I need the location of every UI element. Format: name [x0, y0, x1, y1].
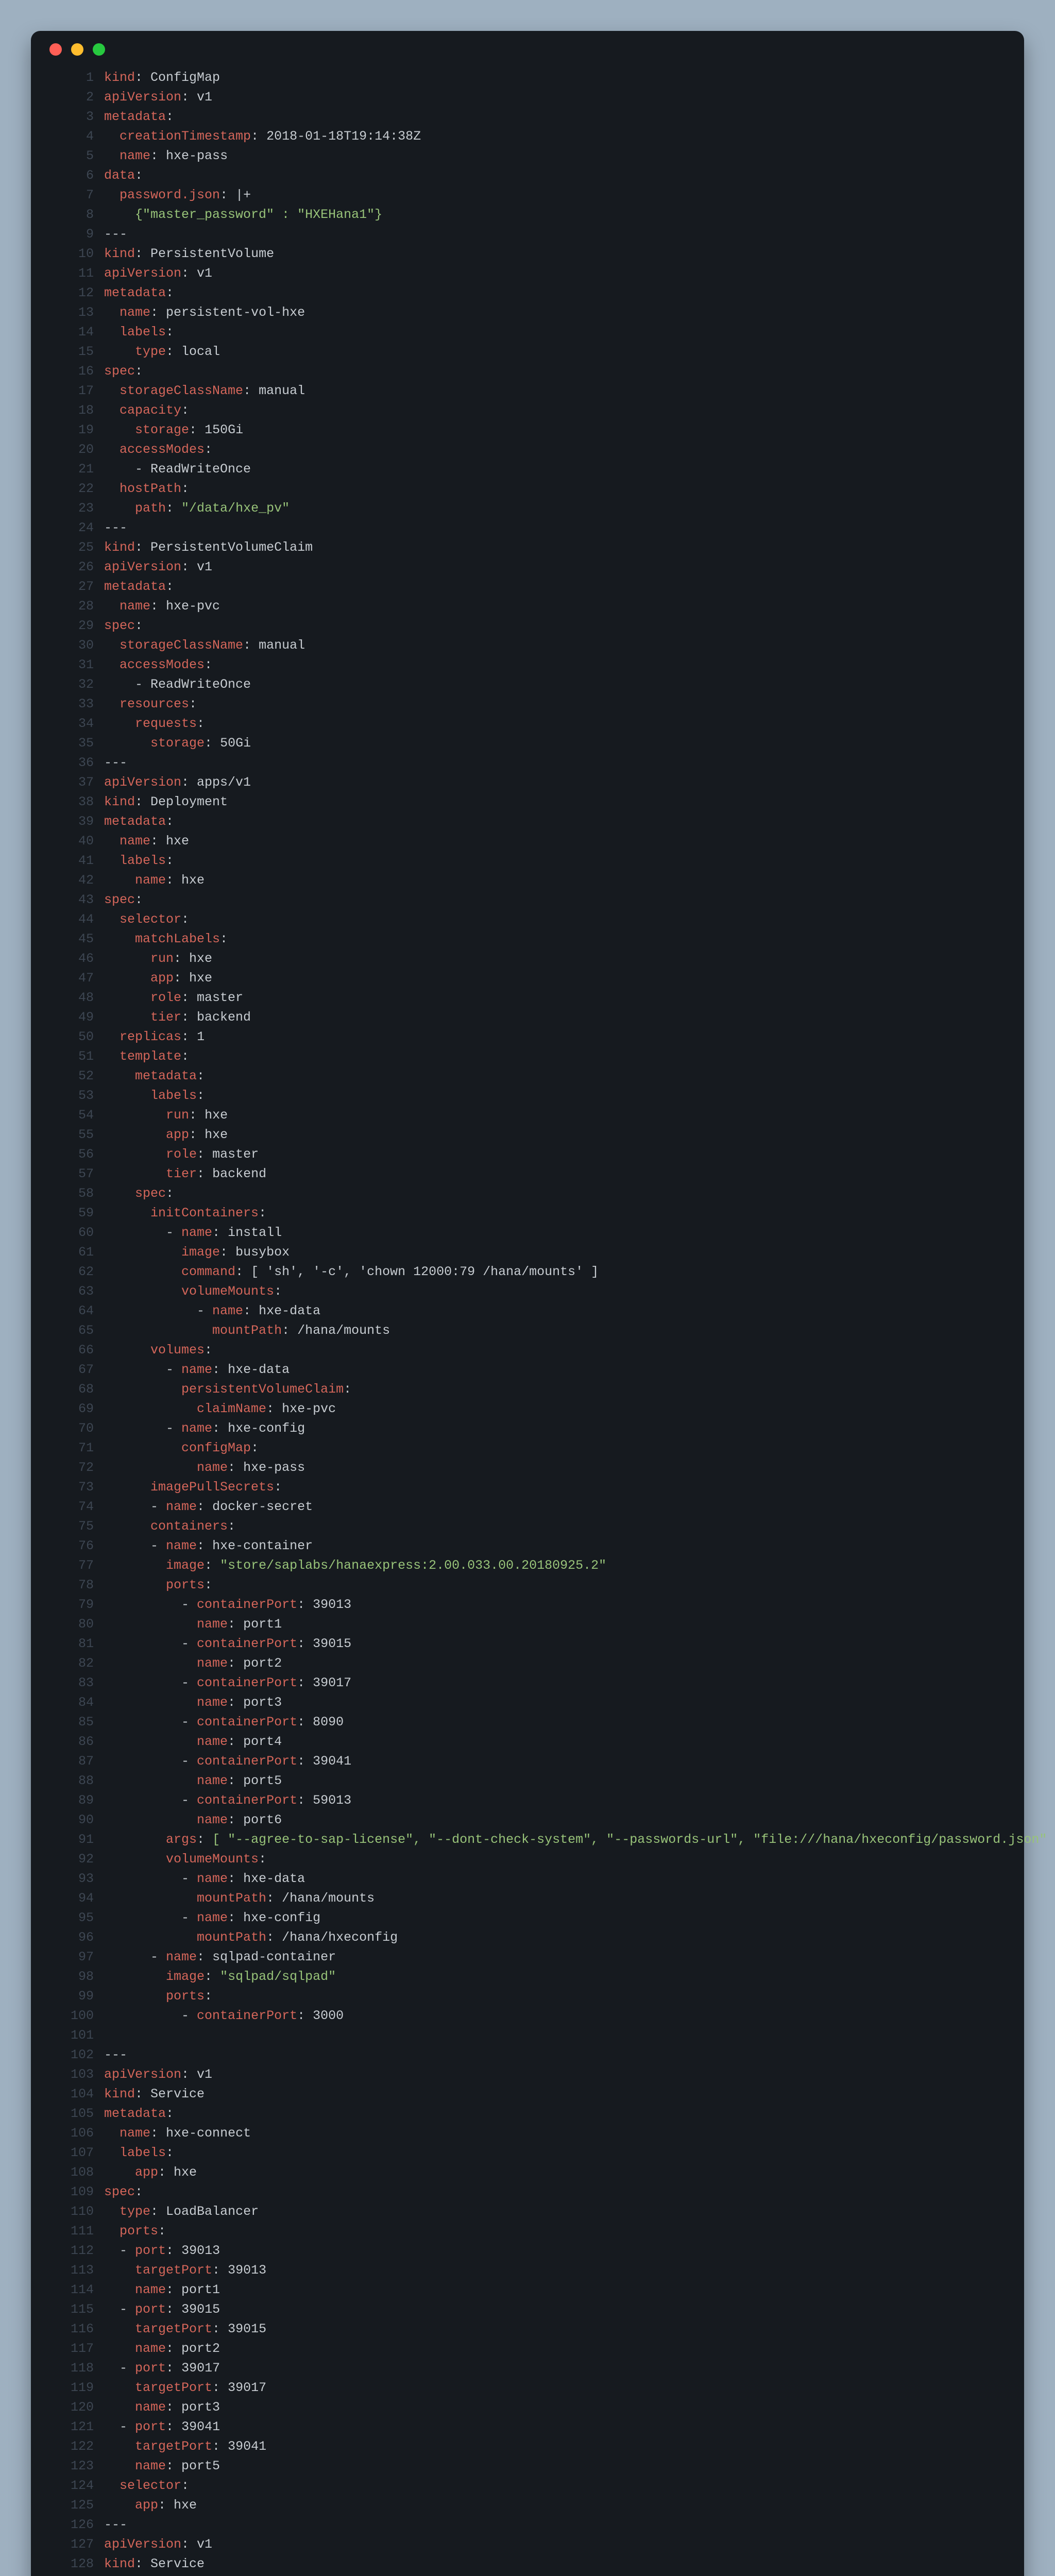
minimize-icon[interactable]: [71, 43, 83, 56]
code-block: 1kind: ConfigMap 2apiVersion: v1 3metada…: [31, 68, 1024, 2576]
code-window: 1kind: ConfigMap 2apiVersion: v1 3metada…: [31, 31, 1024, 2576]
close-icon[interactable]: [49, 43, 62, 56]
zoom-icon[interactable]: [93, 43, 105, 56]
titlebar: [31, 31, 1024, 68]
